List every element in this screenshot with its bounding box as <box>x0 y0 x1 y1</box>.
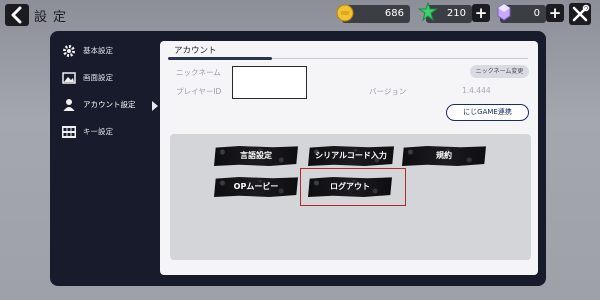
image-icon <box>62 72 76 84</box>
keyboard-icon <box>62 126 76 138</box>
language-settings-button[interactable]: 言語設定 <box>214 146 298 166</box>
sidebar-item-label: 基本設定 <box>83 46 113 55</box>
active-indicator <box>152 101 158 111</box>
nijigame-link-button[interactable]: にじGAME連携 <box>446 104 529 121</box>
back-button[interactable] <box>5 4 29 26</box>
divider <box>272 58 528 59</box>
sidebar-item-label: アカウント設定 <box>83 100 136 109</box>
wrench-screwdriver-icon <box>572 4 590 22</box>
sidebar-item-basic[interactable]: 基本設定 <box>56 40 156 62</box>
change-nickname-button[interactable]: ニックネーム変更 <box>470 65 529 78</box>
op-movie-button[interactable]: OPムービー <box>214 177 298 197</box>
tools-button[interactable] <box>569 3 591 25</box>
sidebar-item-label: キー設定 <box>83 127 113 136</box>
person-icon <box>63 99 75 111</box>
player-id-label: プレイヤーID <box>176 87 222 96</box>
crystal-count: 0 <box>533 8 540 19</box>
top-bar: 設定 686 210 + 0 + <box>0 0 600 30</box>
sidebar-item-display[interactable]: 画面設定 <box>56 67 156 89</box>
chevron-left-icon <box>11 6 22 24</box>
terms-button[interactable]: 規約 <box>402 146 486 166</box>
page-title: 設定 <box>34 10 73 25</box>
nickname-field[interactable] <box>232 66 307 99</box>
sidebar-item-label: 画面設定 <box>83 73 113 82</box>
sidebar-item-keys[interactable]: キー設定 <box>56 121 156 143</box>
sidebar-item-account[interactable]: アカウント設定 <box>56 94 158 116</box>
gem-count: 210 <box>446 8 466 19</box>
gem-icon <box>418 2 438 22</box>
section-title: アカウント <box>174 46 217 56</box>
logout-highlight-box <box>300 168 406 206</box>
coin-count: 686 <box>384 8 404 19</box>
title-underline <box>168 57 272 60</box>
nickname-label: ニックネーム <box>176 68 221 77</box>
gear-icon <box>63 45 75 57</box>
version-value: 1.4.444 <box>462 86 491 95</box>
add-gems-button[interactable]: + <box>472 4 490 22</box>
serial-code-button[interactable]: シリアルコード入力 <box>308 146 394 166</box>
crystal-icon <box>497 3 511 21</box>
add-crystals-button[interactable]: + <box>546 4 564 22</box>
coin-icon <box>336 4 354 22</box>
version-label: バージョン <box>369 87 407 96</box>
